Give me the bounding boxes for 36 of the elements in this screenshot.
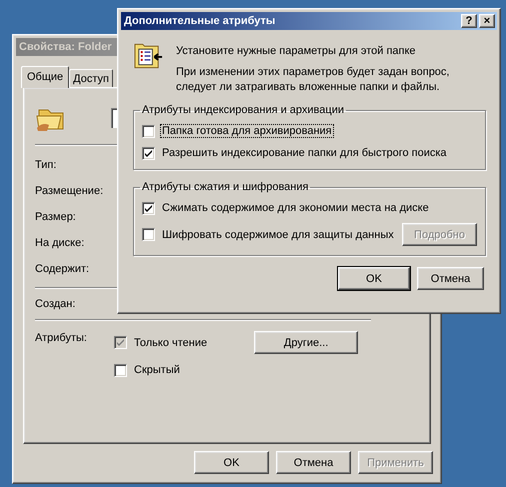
close-button[interactable]: × (479, 14, 495, 28)
window-title: Свойства: Folder (19, 41, 112, 53)
property-label: Содержит: (35, 262, 90, 277)
group-title: Атрибуты сжатия и шифрования (141, 181, 310, 193)
other-button[interactable]: Другие... (254, 331, 358, 354)
attributes-label: Атрибуты: (35, 331, 88, 344)
checkbox[interactable] (142, 146, 155, 160)
property-label: На диске: (35, 236, 84, 251)
window-title: Дополнительные атрибуты (124, 15, 276, 27)
note-text: При изменении этих параметров будет задан вопрос, следует ли затрагивать вложенные папки и файлы. (176, 65, 450, 95)
check-icon (145, 150, 152, 156)
dialog-button[interactable]: OK (338, 267, 410, 290)
tab[interactable]: Доступ (69, 69, 113, 87)
checkbox-label: Только чтение (133, 336, 208, 350)
tab[interactable]: Общие (21, 66, 70, 88)
checkbox[interactable] (114, 364, 127, 376)
checkbox-label: Скрытый (133, 363, 181, 377)
property-label: Создан: (35, 297, 76, 312)
checkbox[interactable] (142, 124, 155, 138)
checkbox-label: Сжимать содержимое для экономии места на диске (161, 201, 430, 215)
checkbox-label: Папка готова для архивирования (160, 124, 334, 138)
checkbox-label: Разрешить индексирование папки для быстрого поиска (161, 146, 448, 160)
checkbox-label: Шифровать содержимое для защиты данных (161, 228, 395, 242)
property-label: Размещение: (35, 184, 104, 199)
dialog-button[interactable]: OK (194, 451, 269, 474)
checkbox[interactable] (142, 202, 155, 214)
dialog-button[interactable]: Отмена (276, 451, 351, 474)
group-title: Атрибуты индексирования и архивации (141, 104, 345, 116)
intro-text: Установите нужные параметры для этой папке (176, 44, 417, 59)
check-icon (117, 339, 124, 346)
dialog-button[interactable]: Отмена (417, 267, 484, 290)
check-icon (145, 204, 152, 212)
help-button[interactable]: ? (461, 14, 477, 28)
property-label: Тип: (35, 158, 56, 173)
property-label: Размер: (35, 210, 76, 225)
checkbox[interactable] (142, 228, 155, 241)
